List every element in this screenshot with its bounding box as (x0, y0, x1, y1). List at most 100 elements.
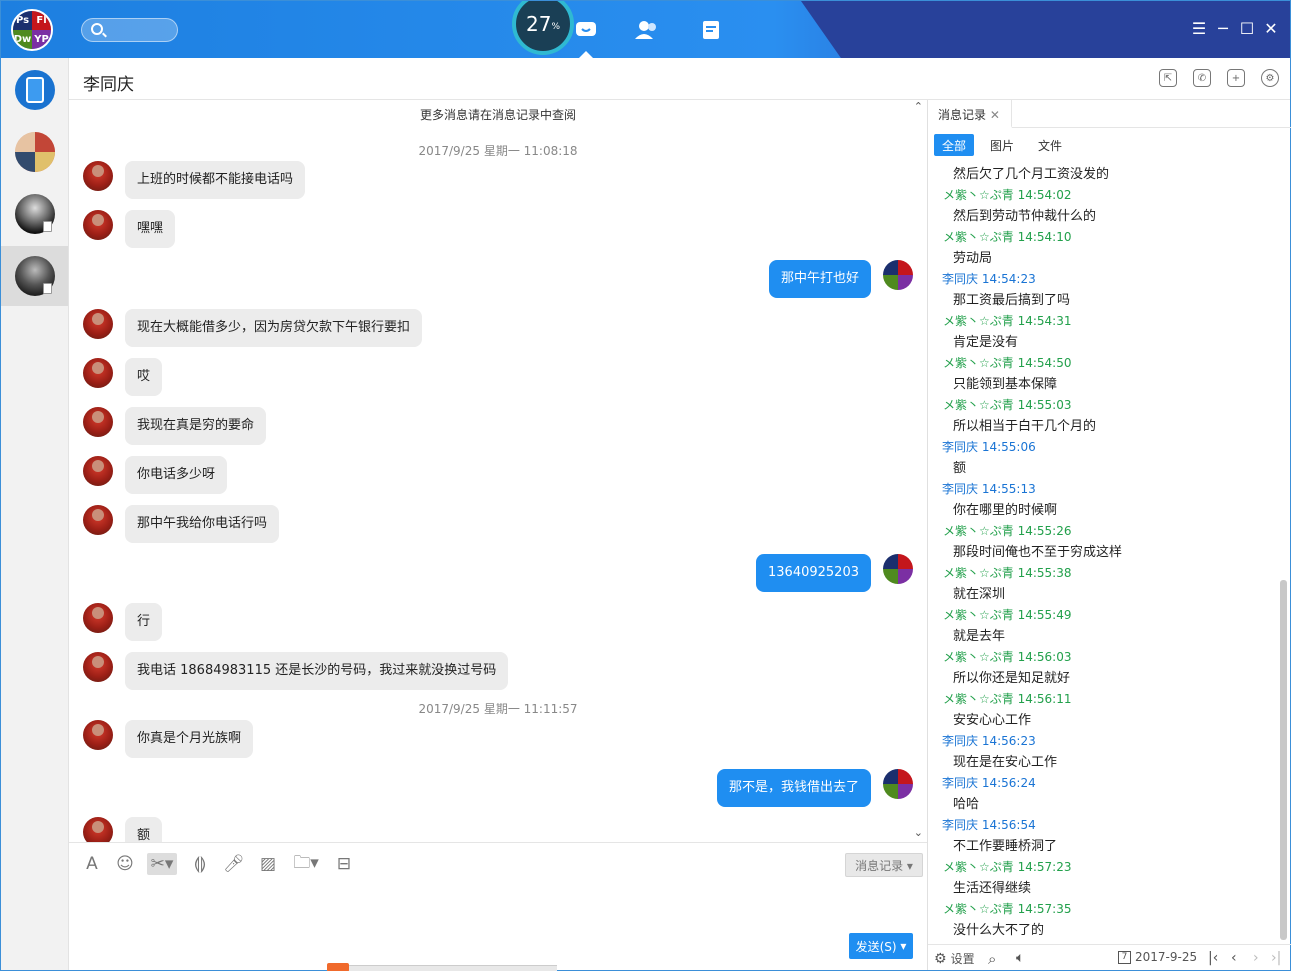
scroll-down-icon[interactable]: ⌄ (914, 826, 923, 839)
history-message: 所以相当于白干几个月的 (953, 419, 1097, 434)
message-bubble: 上班的时候都不能接电话吗 (125, 161, 306, 199)
folder-icon[interactable]: 🗀▾ (291, 853, 321, 875)
settings-label: 设置 (950, 952, 975, 966)
date-label: 2017-9-25 (1135, 950, 1198, 964)
history-panel: 消息记录 ✕ 全部 图片 文件 然后欠了几个月工资没发的 メ紫丶☆ぷ青 14:5… (927, 100, 1291, 970)
maximize-icon[interactable]: ☐ (1237, 19, 1257, 39)
friend-avatar[interactable] (83, 817, 113, 842)
search-history-icon[interactable]: ⌕ (988, 950, 996, 968)
history-sender-self: メ紫丶☆ぷ青 14:55:49 (943, 608, 1072, 622)
speaker-icon[interactable]: 🔈︎ (1016, 950, 1024, 966)
logo-dw: Dw (13, 30, 32, 49)
history-sender-self: メ紫丶☆ぷ青 14:55:26 (943, 524, 1072, 538)
shake-icon[interactable]: ⟬⟭ (189, 853, 211, 875)
self-avatar[interactable] (883, 769, 913, 799)
history-message: 所以你还是知足就好 (953, 671, 1071, 686)
settings-button[interactable]: ⚙ 设置 (934, 950, 975, 967)
message-bubble: 额 (125, 817, 163, 842)
font-icon[interactable]: A (81, 853, 103, 875)
scroll-up-icon[interactable]: ⌃ (914, 100, 923, 113)
message-row: 现在大概能借多少，因为房贷欠款下午银行要扣 (83, 309, 434, 347)
friend-avatar[interactable] (83, 309, 113, 339)
message-row: 13640925203 (744, 554, 913, 592)
send-button[interactable]: 发送(S) ▾ (849, 933, 913, 959)
message-bubble: 哎 (125, 358, 163, 396)
chat-bubble-icon[interactable] (573, 18, 599, 42)
date-picker[interactable]: 7 2017-9-25 (1118, 950, 1197, 964)
last-page-icon[interactable]: ›| (1271, 950, 1281, 966)
filter-images[interactable]: 图片 (982, 134, 1022, 156)
friend-avatar[interactable] (83, 456, 113, 486)
message-history-button[interactable]: 消息记录 ▾ (845, 853, 923, 877)
friend-avatar[interactable] (83, 505, 113, 535)
history-log[interactable]: 然后欠了几个月工资没发的 メ紫丶☆ぷ青 14:54:02 然后到劳动节仲裁什么的… (928, 164, 1280, 942)
self-avatar[interactable] (883, 554, 913, 584)
close-icon[interactable]: ✕ (1261, 19, 1281, 39)
friend-avatar[interactable] (83, 407, 113, 437)
next-page-icon[interactable]: › (1253, 950, 1259, 966)
self-avatar[interactable] (883, 260, 913, 290)
history-sender-self: メ紫丶☆ぷ青 14:54:10 (943, 230, 1072, 244)
sidebar-item-device[interactable] (1, 60, 68, 120)
message-bubble: 嘿嘿 (125, 210, 176, 248)
emoji-icon[interactable]: ☺ (114, 853, 136, 875)
taskbar-edge (327, 963, 557, 971)
more-messages-notice[interactable]: 更多消息请在消息记录中查阅 (69, 106, 927, 123)
settings-icon[interactable]: ⚙ (1261, 69, 1279, 87)
history-footer: ⚙ 设置 ⌕ 🔈︎ 7 2017-9-25 |‹ ‹ › ›| (928, 944, 1291, 970)
first-page-icon[interactable]: |‹ (1208, 950, 1218, 966)
history-scrollbar[interactable] (1280, 580, 1287, 940)
friend-avatar[interactable] (83, 652, 113, 682)
message-timestamp: 2017/9/25 星期一 11:08:18 (418, 144, 578, 158)
search-input[interactable] (81, 18, 178, 42)
message-row: 行 (83, 603, 174, 641)
logo-ps: Ps (13, 11, 32, 30)
friend-avatar[interactable] (83, 210, 113, 240)
friend-avatar[interactable] (83, 161, 113, 191)
message-bubble: 现在大概能借多少，因为房贷欠款下午银行要扣 (125, 309, 423, 347)
red-packet-icon[interactable]: ⊟ (333, 853, 355, 875)
remote-assist-icon[interactable]: ⇱ (1159, 69, 1177, 87)
voice-icon[interactable]: 🎤︎ (223, 853, 245, 875)
history-message: 哈哈 (953, 797, 980, 812)
gauge-value: 27 (525, 12, 552, 36)
phone-call-icon[interactable]: ✆ (1193, 69, 1211, 87)
contacts-icon[interactable] (634, 18, 660, 42)
history-sender-friend: 李同庆 14:55:06 (942, 440, 1036, 454)
filter-files[interactable]: 文件 (1030, 134, 1070, 156)
menu-icon[interactable]: ☰ (1189, 19, 1209, 39)
add-member-icon[interactable]: + (1227, 69, 1245, 87)
screenshot-scissors-icon[interactable]: ✂▾ (147, 853, 177, 875)
close-tab-icon[interactable]: ✕ (990, 108, 1000, 122)
performance-gauge[interactable]: 27% (512, 1, 574, 55)
sidebar-item-contact-1[interactable] (1, 184, 68, 244)
message-bubble: 那中午打也好 (768, 260, 871, 298)
prev-page-icon[interactable]: ‹ (1231, 950, 1237, 966)
message-list[interactable]: 更多消息请在消息记录中查阅 ⌃ 2017/9/25 星期一 11:08:18 上… (69, 100, 927, 842)
friend-avatar[interactable] (83, 603, 113, 633)
message-timestamp: 2017/9/25 星期一 11:11:57 (418, 702, 578, 716)
sidebar-item-group[interactable] (1, 122, 68, 182)
message-row: 哎 (83, 358, 174, 396)
history-message: 没什么大不了的 (953, 923, 1045, 938)
history-message: 只能领到基本保障 (953, 377, 1058, 392)
group-avatar (14, 132, 55, 172)
friend-avatar[interactable] (83, 358, 113, 388)
message-bubble: 那中午我给你电话行吗 (125, 505, 280, 543)
message-row: 那中午打也好 (757, 260, 913, 298)
friend-avatar[interactable] (83, 720, 113, 750)
sidebar-item-contact-2[interactable] (1, 246, 68, 306)
notes-icon[interactable] (698, 18, 724, 42)
send-button-label: 发送(S) (855, 939, 897, 954)
tab-message-history[interactable]: 消息记录 ✕ (928, 100, 1012, 128)
gear-icon: ⚙ (934, 950, 947, 967)
history-message: 额 (953, 461, 967, 476)
history-sender-self: メ紫丶☆ぷ青 14:56:11 (943, 692, 1072, 706)
message-row: 你电话多少呀 (83, 456, 239, 494)
filter-all[interactable]: 全部 (934, 134, 975, 156)
message-input-area[interactable]: A ☺ ✂▾ ⟬⟭ 🎤︎ ▨ 🗀▾ ⊟ 消息记录 ▾ 发送(S) ▾ (69, 842, 927, 971)
message-row: 嘿嘿 (83, 210, 187, 248)
user-avatar-logo[interactable]: Ps Fl Dw YP (11, 9, 53, 51)
minimize-icon[interactable]: ─ (1213, 19, 1233, 39)
image-icon[interactable]: ▨ (257, 853, 279, 875)
